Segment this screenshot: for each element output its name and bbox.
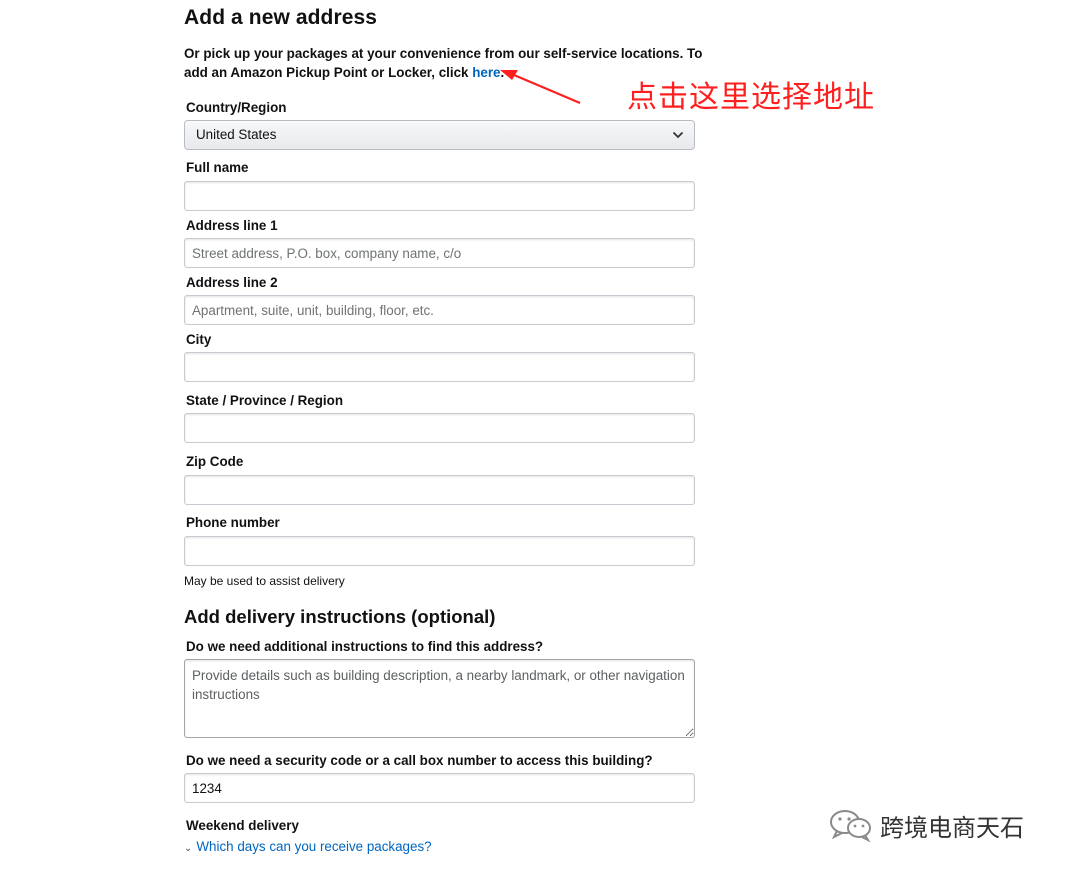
full-name-input[interactable]	[184, 181, 695, 211]
weekend-delivery-label: Weekend delivery	[186, 818, 299, 833]
phone-label: Phone number	[186, 515, 280, 530]
page-title: Add a new address	[184, 6, 378, 29]
country-label: Country/Region	[186, 100, 287, 115]
city-label: City	[186, 332, 212, 347]
address-line2-label: Address line 2	[186, 275, 278, 290]
country-select[interactable]: United States	[184, 120, 695, 150]
weekend-days-link[interactable]: ⌄ Which days can you receive packages?	[184, 839, 432, 854]
address-line2-input[interactable]	[184, 295, 695, 325]
security-code-input[interactable]	[184, 773, 695, 803]
full-name-label: Full name	[186, 160, 249, 175]
pickup-intro-text: Or pick up your packages at your conveni…	[184, 44, 704, 82]
delivery-instructions-heading: Add delivery instructions (optional)	[184, 606, 496, 627]
intro-text: Or pick up your packages at your conveni…	[184, 46, 703, 80]
find-address-label: Do we need additional instructions to fi…	[186, 639, 544, 654]
chevron-down-icon	[672, 131, 684, 139]
city-input[interactable]	[184, 352, 695, 382]
chevron-down-icon: ⌄	[184, 843, 193, 854]
red-arrow-annotation	[500, 70, 581, 105]
phone-helper-text: May be used to assist delivery	[184, 574, 345, 588]
watermark-text: 跨境电商天石	[880, 813, 1024, 842]
annotation-text: 点击这里选择地址	[627, 80, 875, 115]
phone-input[interactable]	[184, 536, 695, 566]
zip-label: Zip Code	[186, 454, 244, 469]
country-select-value: United States	[196, 127, 277, 142]
state-label: State / Province / Region	[186, 393, 344, 408]
state-input[interactable]	[184, 413, 695, 443]
weekend-days-link-text: Which days can you receive packages?	[196, 839, 432, 854]
zip-input[interactable]	[184, 475, 695, 505]
address-line1-input[interactable]	[184, 238, 695, 268]
watermark: 跨境电商天石	[828, 805, 1024, 845]
find-address-textarea[interactable]	[184, 659, 695, 738]
address-line1-label: Address line 1	[186, 218, 278, 233]
security-code-label: Do we need a security code or a call box…	[186, 753, 653, 768]
wechat-icon	[830, 810, 871, 842]
